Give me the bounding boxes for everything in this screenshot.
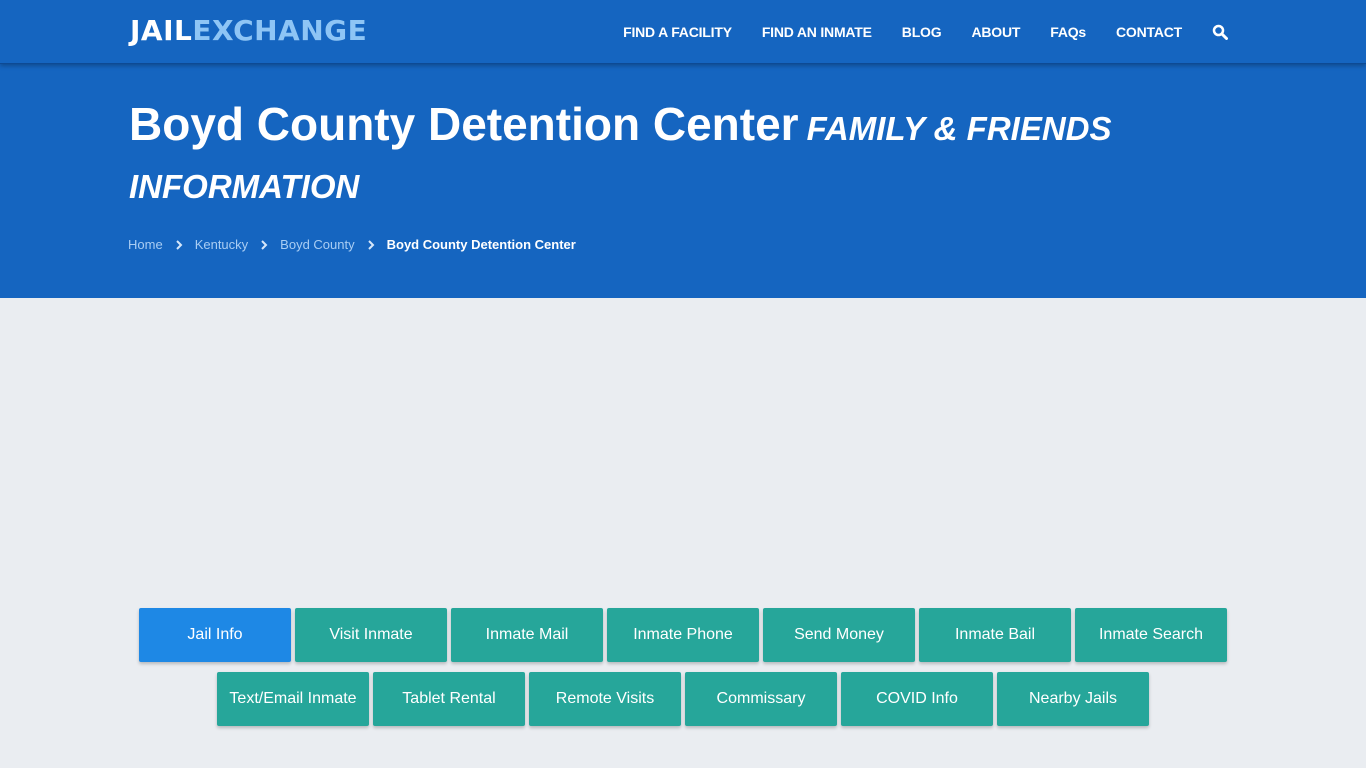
breadcrumb: Home Kentucky Boyd County Boyd County De… bbox=[128, 237, 576, 252]
tablet-rental-button[interactable]: Tablet Rental bbox=[373, 672, 525, 726]
facility-nav-row-1: Jail Info Visit Inmate Inmate Mail Inmat… bbox=[0, 608, 1366, 662]
inmate-phone-button[interactable]: Inmate Phone bbox=[607, 608, 759, 662]
nearby-jails-button[interactable]: Nearby Jails bbox=[997, 672, 1149, 726]
breadcrumb-state[interactable]: Kentucky bbox=[195, 237, 248, 252]
site-logo[interactable]: JAILEXCHANGE bbox=[130, 14, 367, 47]
facility-name: Boyd County Detention Center bbox=[129, 98, 799, 150]
chevron-right-icon bbox=[173, 239, 185, 251]
chevron-right-icon bbox=[258, 239, 270, 251]
inmate-search-button[interactable]: Inmate Search bbox=[1075, 608, 1227, 662]
inmate-mail-button[interactable]: Inmate Mail bbox=[451, 608, 603, 662]
send-money-button[interactable]: Send Money bbox=[763, 608, 915, 662]
breadcrumb-current: Boyd County Detention Center bbox=[386, 237, 576, 252]
inmate-bail-button[interactable]: Inmate Bail bbox=[919, 608, 1071, 662]
jail-info-button[interactable]: Jail Info bbox=[139, 608, 291, 662]
nav-about[interactable]: ABOUT bbox=[971, 24, 1020, 40]
breadcrumb-home[interactable]: Home bbox=[128, 237, 163, 252]
chevron-right-icon bbox=[365, 239, 377, 251]
logo-part-exchange: EXCHANGE bbox=[192, 14, 368, 47]
page-title: Boyd County Detention Center FAMILY & FRI… bbox=[129, 96, 1129, 216]
text-email-inmate-button[interactable]: Text/Email Inmate bbox=[217, 672, 369, 726]
nav-blog[interactable]: BLOG bbox=[902, 24, 942, 40]
nav-find-an-inmate[interactable]: FIND AN INMATE bbox=[762, 24, 872, 40]
facility-nav-row-2: Text/Email Inmate Tablet Rental Remote V… bbox=[0, 672, 1366, 726]
nav-find-a-facility[interactable]: FIND A FACILITY bbox=[623, 24, 732, 40]
commissary-button[interactable]: Commissary bbox=[685, 672, 837, 726]
remote-visits-button[interactable]: Remote Visits bbox=[529, 672, 681, 726]
logo-part-jail: JAIL bbox=[130, 14, 193, 47]
nav-faqs[interactable]: FAQs bbox=[1050, 24, 1086, 40]
breadcrumb-county[interactable]: Boyd County bbox=[280, 237, 354, 252]
main-nav: FIND A FACILITY FIND AN INMATE BLOG ABOU… bbox=[593, 0, 1228, 64]
covid-info-button[interactable]: COVID Info bbox=[841, 672, 993, 726]
nav-contact[interactable]: CONTACT bbox=[1116, 24, 1182, 40]
search-icon[interactable] bbox=[1212, 24, 1228, 40]
visit-inmate-button[interactable]: Visit Inmate bbox=[295, 608, 447, 662]
top-navbar: JAILEXCHANGE FIND A FACILITY FIND AN INM… bbox=[0, 0, 1366, 64]
